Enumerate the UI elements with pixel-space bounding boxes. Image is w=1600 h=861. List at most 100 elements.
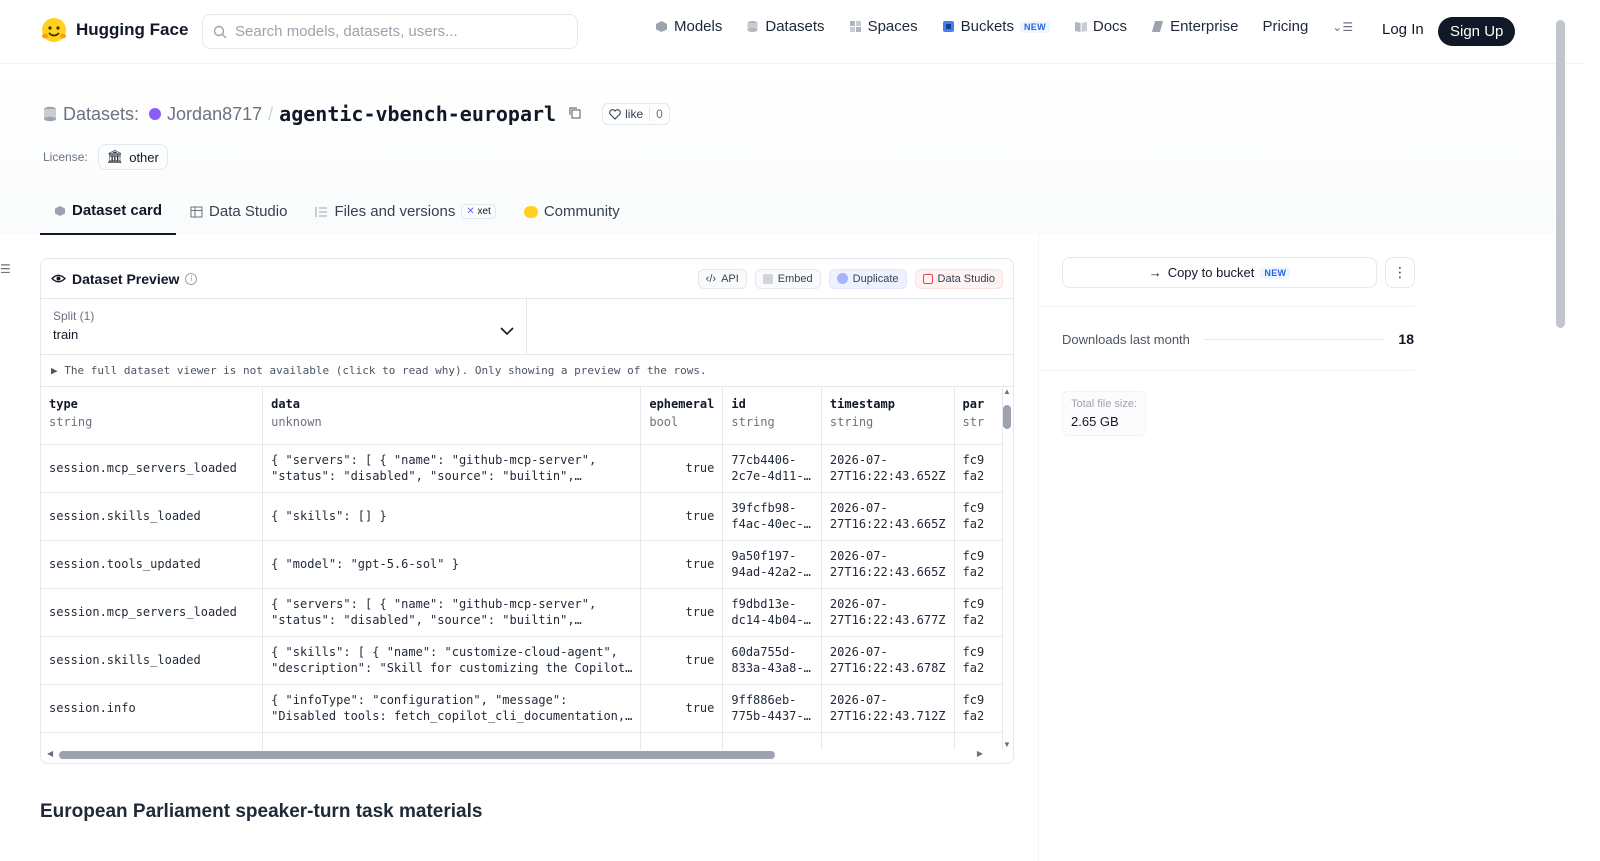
like-action[interactable]: like [603,107,649,121]
column-header[interactable]: id string [722,388,822,445]
cell-timestamp[interactable]: 2026-07- 27T16:22:43.677Z [821,588,955,637]
tab-files-and-versions[interactable]: Files and versions ✕ xet [301,192,509,235]
cell-id[interactable]: 9a50f197- 94ad-42a2-… [722,540,822,589]
tab-dataset-card[interactable]: Dataset card [40,192,177,235]
cell-id[interactable]: 77cb4406- 2c7e-4d11-… [722,444,822,493]
cell-parent[interactable]: fc9 fa2 [954,684,1003,733]
cell-ephemeral[interactable]: true [640,684,724,733]
column-header[interactable]: data unknown [262,388,642,445]
nav-buckets-link[interactable]: Buckets NEW [942,18,1050,35]
preview-title: Dataset Preview i [51,271,198,287]
cell-timestamp[interactable]: 2026-07- 27T16:22:43.665Z [821,540,955,589]
nav-datasets-link[interactable]: Datasets [746,18,825,35]
nav-enterprise-link[interactable]: Enterprise [1151,18,1238,35]
cell-ephemeral[interactable]: true [640,492,724,541]
cell-parent[interactable]: fc9 fa2 [954,444,1003,493]
toc-toggle-icon[interactable]: ☰ [0,262,11,276]
cell-type[interactable]: session.mcp_servers_loaded [41,444,264,493]
split-select[interactable]: Split (1) train [41,299,527,354]
data-grid[interactable]: type string data unknown ephemeral bool id s… [41,388,1003,750]
copy-to-bucket-button[interactable]: → Copy to bucket NEW [1062,257,1377,288]
cell-id[interactable]: 60da755d- 833a-43a8-… [722,636,822,685]
cell-timestamp[interactable]: 2026-07- 27T16:22:43.652Z [821,444,955,493]
signup-button[interactable]: Sign Up [1438,17,1516,46]
license-chip[interactable]: 🏛 other [97,144,168,170]
repo-name[interactable]: agentic-vbench-europarl [279,102,556,126]
breadcrumb-owner[interactable]: Jordan8717 [167,104,262,125]
cell-ephemeral[interactable]: true [640,588,724,637]
embed-icon [762,273,773,284]
column-header[interactable]: timestamp string [821,388,955,445]
scroll-left-icon[interactable]: ◀ [47,749,53,758]
scroll-up-icon[interactable]: ▲ [1003,387,1011,396]
horizontal-scroll-thumb[interactable] [59,751,775,759]
nav-pricing-link[interactable]: Pricing [1262,18,1308,35]
data-studio-button[interactable]: Data Studio [914,268,1003,289]
tab-community[interactable]: Community [510,192,634,235]
table-row[interactable]: session.mcp_servers_loaded{ "servers": [… [41,588,1003,637]
cell-data[interactable]: { "model": "gpt-5.6-sol" } [262,540,642,589]
cell-timestamp[interactable]: 2026-07- 27T16:22:43.678Z [821,636,955,685]
eye-icon [51,274,66,283]
cell-type[interactable]: session.mcp_servers_loaded [41,588,264,637]
cell-parent[interactable]: fc9 fa2 [954,540,1003,589]
grid-vertical-scrollbar[interactable]: ▲ ▼ [1003,387,1011,749]
cell-timestamp[interactable]: 2026-07- 27T16:22:43.665Z [821,492,955,541]
cell-parent[interactable]: fc9 fa2 [954,588,1003,637]
cell-ephemeral[interactable]: true [640,636,724,685]
cell-parent[interactable]: fc9 fa2 [954,636,1003,685]
api-button[interactable]: ‹/› API [697,268,747,289]
column-header[interactable]: type string [41,388,264,445]
duplicate-button[interactable]: Duplicate [828,268,907,289]
cell-ephemeral[interactable]: true [640,540,724,589]
search-input[interactable]: Search models, datasets, users... [202,14,578,49]
embed-button[interactable]: Embed [754,268,821,289]
cell-id[interactable]: 9ff886eb- 775b-4437-… [722,684,822,733]
viewer-notice[interactable]: ▶ The full dataset viewer is not availab… [41,355,1013,387]
nav-docs-link[interactable]: Docs [1074,18,1127,35]
column-header[interactable]: par str [954,388,1003,445]
info-icon[interactable]: i [185,272,198,285]
page-scroll-thumb[interactable] [1556,20,1565,328]
downloads-sparkline [1203,338,1385,340]
table-row[interactable]: session.skills_loaded{ "skills": [] } tru… [41,492,1003,541]
cell-type[interactable]: session.info [41,684,264,733]
buckets-new-badge: NEW [1019,20,1050,33]
grid-horizontal-scrollbar[interactable]: ◀ ▶ [47,747,997,761]
cell-data[interactable]: { "infoType": "configuration", "message"… [262,684,642,733]
cell-parent[interactable]: fc9 fa2 [954,492,1003,541]
nav-more-menu[interactable]: ⌄☰ [1332,20,1353,34]
cell-data[interactable]: { "skills": [] } [262,492,642,541]
brand-logo[interactable]: Hugging Face [40,16,188,44]
cell-data[interactable]: { "skills": [ { "name": "customize-cloud… [262,636,642,685]
breadcrumb-section[interactable]: Datasets: [63,104,139,125]
cell-data[interactable]: { "servers": [ { "name": "github-mcp-ser… [262,588,642,637]
like-count[interactable]: 0 [649,107,669,121]
cell-type[interactable]: session.skills_loaded [41,492,264,541]
like-button[interactable]: like 0 [602,103,670,125]
cell-id[interactable]: f9dbd13e-dc14-4b04-… [722,588,822,637]
login-link[interactable]: Log In [1382,21,1424,38]
table-row[interactable]: session.skills_loaded{ "skills": [ { "na… [41,636,1003,685]
table-row[interactable]: session.info{ "infoType": "configuration… [41,684,1003,733]
nav-models-link[interactable]: Models [655,18,722,35]
file-size-label: Total file size: [1071,398,1138,410]
table-row[interactable]: session.mcp_servers_loaded{ "servers": [… [41,444,1003,493]
nav-spaces-link[interactable]: Spaces [849,18,918,35]
cell-timestamp[interactable]: 2026-07- 27T16:22:43.712Z [821,684,955,733]
cell-type[interactable]: session.tools_updated [41,540,264,589]
cell-id[interactable]: 39fcfb98- f4ac-40ec-… [722,492,822,541]
table-row[interactable]: session.tools_updated{ "model": "gpt-5.6… [41,540,1003,589]
more-options-button[interactable]: ⋮ [1385,257,1415,288]
cell-data[interactable]: { "servers": [ { "name": "github-mcp-ser… [262,444,642,493]
scroll-right-icon[interactable]: ▶ [977,749,983,758]
column-header[interactable]: ephemeral bool [640,388,724,445]
split-label: Split (1) [53,309,95,323]
tab-data-studio[interactable]: Data Studio [176,192,301,235]
cell-ephemeral[interactable]: true [640,444,724,493]
license-label: License: [43,150,88,164]
scroll-down-icon[interactable]: ▼ [1003,740,1011,749]
copy-icon[interactable] [568,104,582,125]
cell-type[interactable]: session.skills_loaded [41,636,264,685]
vertical-scroll-thumb[interactable] [1003,405,1011,429]
